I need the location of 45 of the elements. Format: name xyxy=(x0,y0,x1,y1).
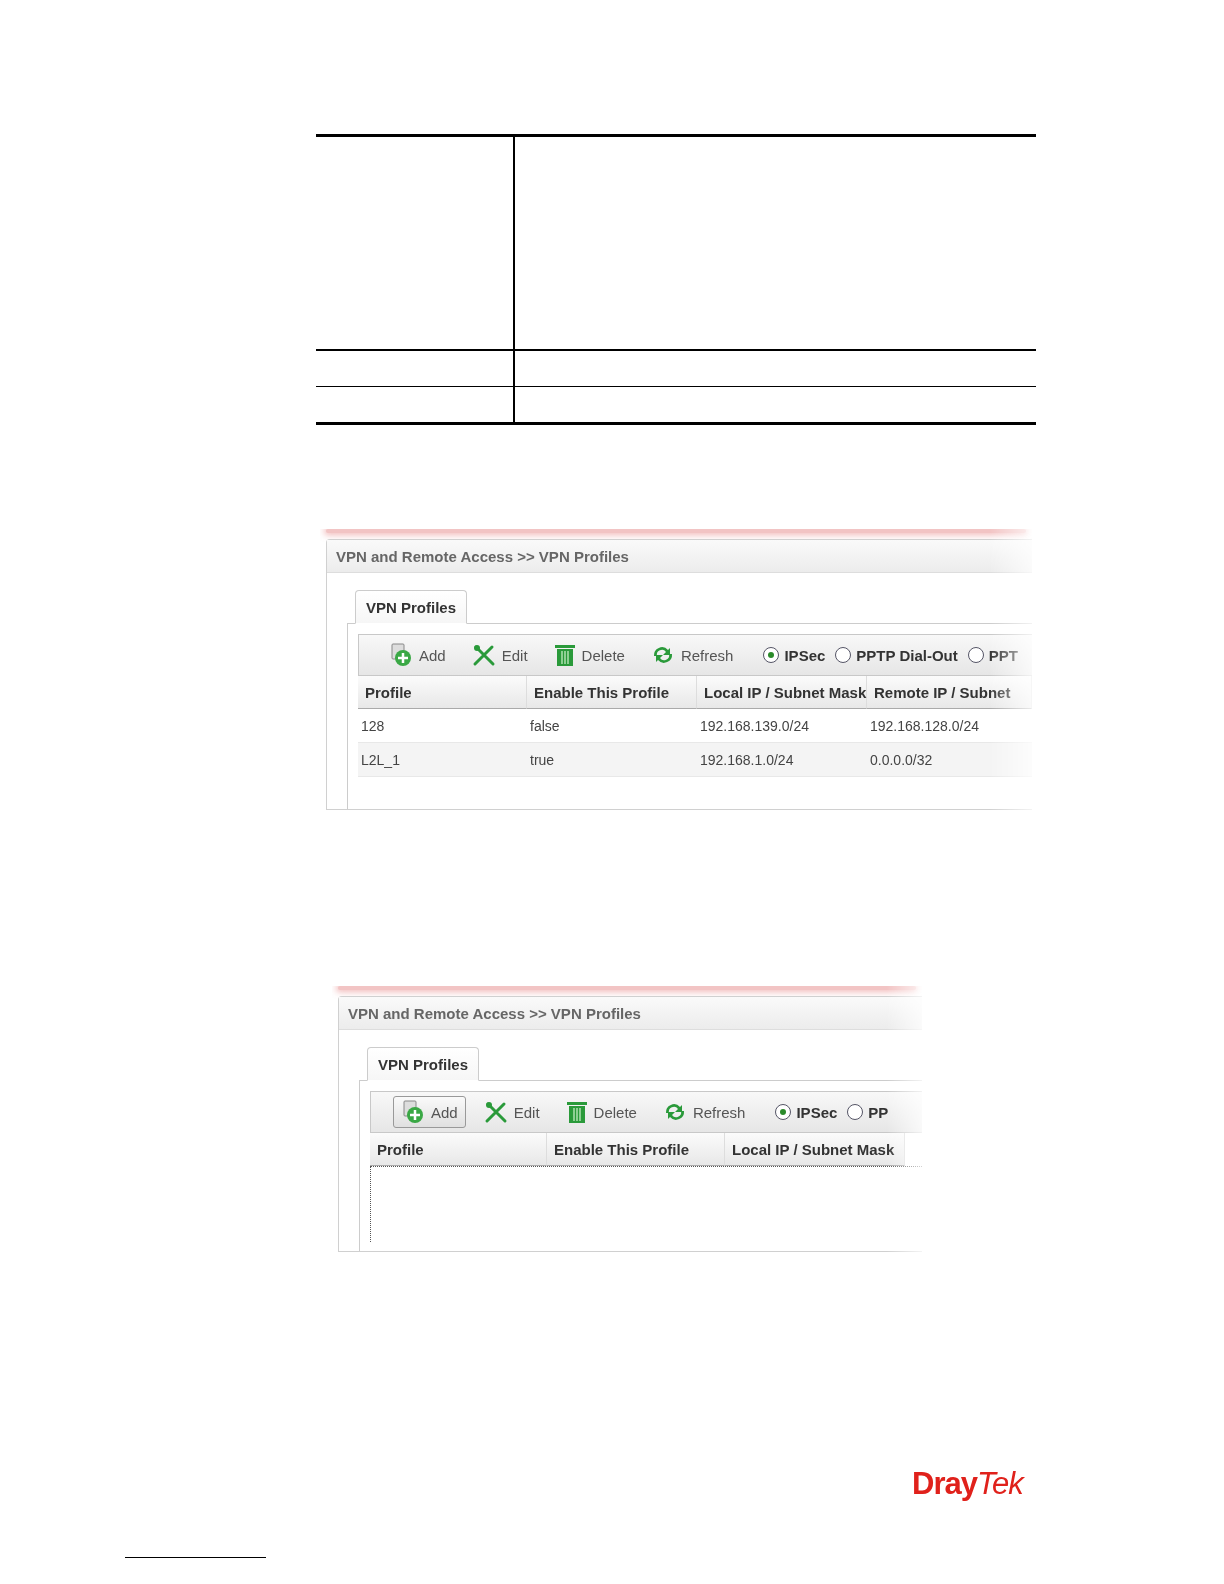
column-header[interactable]: Profile xyxy=(358,676,527,709)
radio-label: PPTP Dial-Out xyxy=(856,646,958,664)
toolbar-button[interactable]: Edit xyxy=(475,1096,548,1128)
radio-option[interactable]: IPSec xyxy=(763,646,826,664)
radio-label: IPSec xyxy=(784,646,826,664)
add-document-icon xyxy=(401,1100,425,1124)
tools-icon xyxy=(471,643,496,667)
radio-label: PP xyxy=(868,1103,889,1121)
toolbar-button[interactable]: Edit xyxy=(463,639,536,671)
tab[interactable]: VPN Profiles xyxy=(355,590,468,624)
radio-option[interactable]: PPTP Dial-Out xyxy=(835,646,958,664)
toolbar-button[interactable]: Delete xyxy=(545,639,633,671)
radio-button[interactable] xyxy=(775,1104,792,1120)
radio-button[interactable] xyxy=(847,1104,864,1120)
radio-label: IPSec xyxy=(796,1103,838,1121)
table-cell: true xyxy=(527,743,697,777)
breadcrumb: VPN and Remote Access >> VPN Profiles xyxy=(336,547,629,565)
radio-button[interactable] xyxy=(967,647,984,663)
toolbar-button[interactable]: Add xyxy=(393,1096,466,1128)
column-header[interactable]: Local IP / Subnet Mask xyxy=(697,676,867,709)
radio-option[interactable]: PP xyxy=(847,1103,889,1121)
radio-label: PPT xyxy=(988,646,1018,664)
tab[interactable]: VPN Profiles xyxy=(367,1047,480,1081)
column-header[interactable]: Enable This Profile xyxy=(547,1133,725,1166)
table-cell: L2L_1 xyxy=(358,743,527,777)
column-header[interactable]: Profile xyxy=(370,1133,547,1166)
trash-icon xyxy=(565,1100,588,1124)
radio-option[interactable]: IPSec xyxy=(775,1103,838,1121)
add-document-icon xyxy=(389,643,413,667)
table-cell: 192.168.1.0/24 xyxy=(697,743,867,777)
radio-button[interactable] xyxy=(763,647,780,663)
tools-icon xyxy=(483,1100,508,1124)
toolbar-button[interactable]: Add xyxy=(381,639,454,671)
trash-icon xyxy=(553,643,576,667)
toolbar-button[interactable]: Refresh xyxy=(654,1096,754,1128)
column-header[interactable]: Remote IP / Subnet xyxy=(867,676,1032,709)
brand-logo: DrayTek xyxy=(912,1466,1023,1502)
breadcrumb: VPN and Remote Access >> VPN Profiles xyxy=(348,1004,641,1022)
column-header[interactable]: Local IP / Subnet Mask xyxy=(725,1133,905,1166)
radio-option[interactable]: PPT xyxy=(967,646,1018,664)
column-header[interactable]: Enable This Profile xyxy=(527,676,697,709)
toolbar-button[interactable]: Delete xyxy=(557,1096,645,1128)
toolbar-button[interactable]: Refresh xyxy=(642,639,742,671)
table-cell: 0.0.0.0/32 xyxy=(867,743,1032,777)
radio-button[interactable] xyxy=(835,647,852,663)
